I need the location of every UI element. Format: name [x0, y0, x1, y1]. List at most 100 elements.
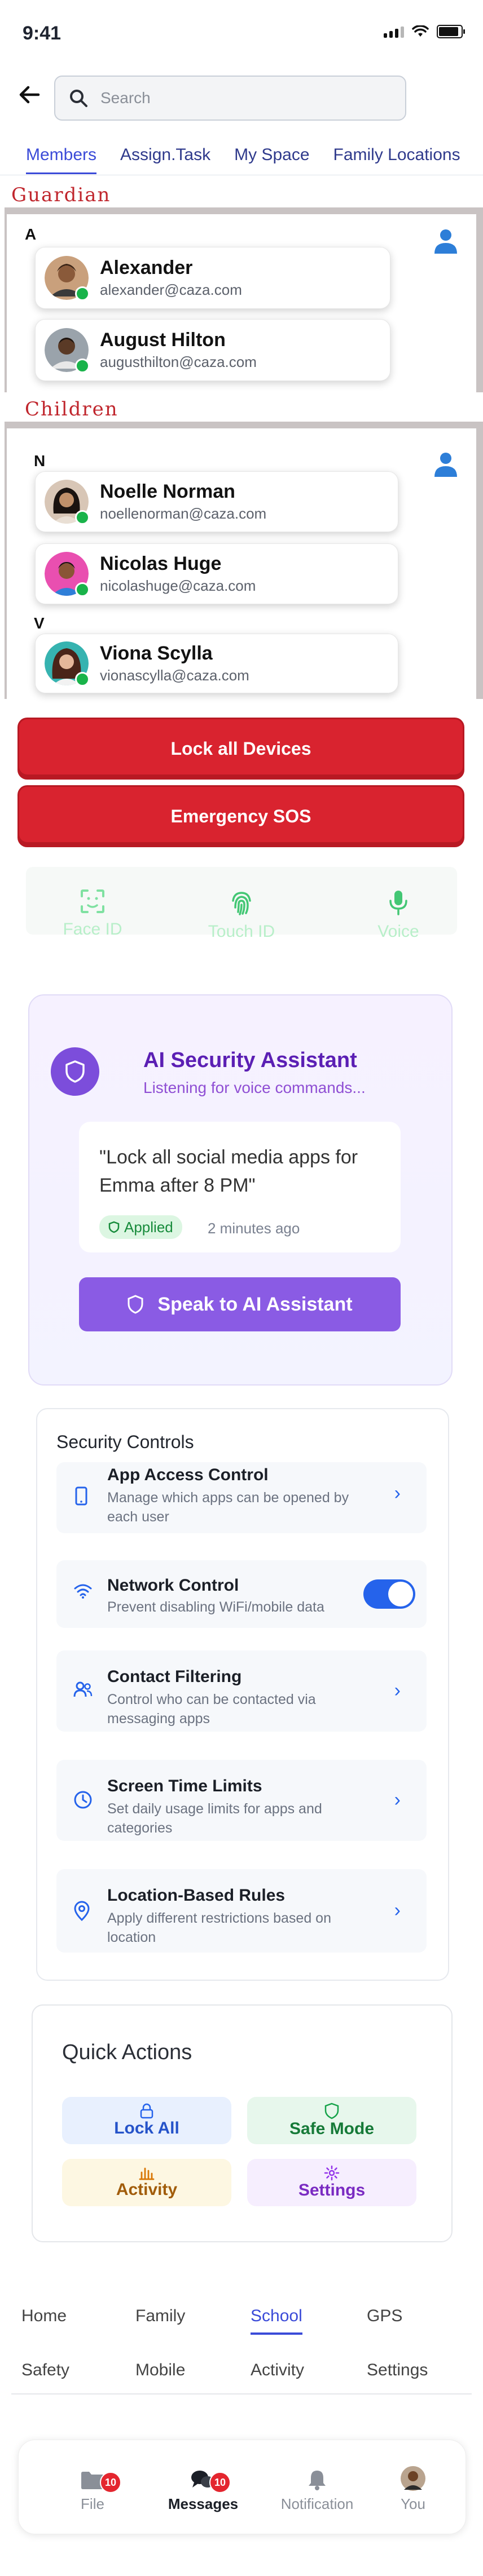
- tab-label: Notification: [280, 2495, 354, 2512]
- tab-you[interactable]: You: [371, 2463, 455, 2513]
- status-badge-label: Applied: [124, 1218, 173, 1236]
- tab-label: Messages: [168, 2495, 239, 2512]
- chevron-right-icon: ›: [394, 1680, 401, 1701]
- emergency-sos-button[interactable]: Emergency SOS: [19, 787, 463, 846]
- contacts-icon: [73, 1681, 93, 1697]
- group-letter: A: [25, 225, 37, 243]
- tab-members[interactable]: Members: [26, 145, 97, 174]
- wifi-icon: [74, 1584, 92, 1599]
- control-description: Set daily usage limits for apps and cate…: [107, 1801, 322, 1836]
- member-card[interactable]: August Hilton augusthilton@caza.com: [35, 319, 390, 381]
- member-email: noellenorman@caza.com: [100, 505, 267, 522]
- app-access-control-item[interactable]: App Access Control Manage which apps can…: [56, 1462, 427, 1533]
- member-name: Viona Scylla: [100, 643, 213, 664]
- bar-chart-icon: [139, 2167, 155, 2180]
- nav-home[interactable]: Home: [21, 2307, 67, 2326]
- control-title: Network Control: [107, 1576, 239, 1595]
- speak-to-ai-button[interactable]: Speak to AI Assistant: [79, 1277, 401, 1331]
- member-name: Noelle Norman: [100, 481, 235, 502]
- bottom-tab-bar: 10 File 10 Messages Notification You: [18, 2440, 466, 2534]
- lock-all-button[interactable]: Lock All: [62, 2097, 231, 2144]
- online-status-dot: [75, 358, 90, 373]
- nav-safety[interactable]: Safety: [21, 2361, 69, 2380]
- lock-icon: [140, 2103, 153, 2119]
- ai-command-time: 2 minutes ago: [208, 1220, 300, 1237]
- chevron-right-icon: ›: [394, 1900, 401, 1921]
- guardian-section-label: Guardian: [11, 184, 111, 206]
- shield-icon: [128, 1295, 143, 1314]
- status-icons: [384, 25, 465, 38]
- face-id-icon: [81, 889, 104, 913]
- network-control-toggle[interactable]: [363, 1579, 415, 1609]
- phone-icon: [75, 1486, 87, 1506]
- touch-id-option[interactable]: Touch ID: [185, 888, 298, 941]
- signal-icon: [384, 25, 404, 38]
- control-description: Prevent disabling WiFi/mobile data: [107, 1599, 324, 1615]
- nav-gps[interactable]: GPS: [367, 2307, 402, 2326]
- shield-icon: [108, 1221, 120, 1233]
- quick-action-label: Safe Mode: [289, 2119, 375, 2138]
- face-id-option[interactable]: Face ID: [36, 888, 149, 939]
- search-input[interactable]: [99, 88, 395, 108]
- battery-icon: [437, 25, 465, 38]
- avatar: [45, 552, 90, 597]
- member-name: August Hilton: [100, 329, 226, 351]
- tab-label: File: [81, 2495, 104, 2512]
- shield-icon: [65, 1060, 85, 1083]
- nav-school[interactable]: School: [251, 2307, 302, 2335]
- ai-command-text: "Lock all social media apps for Emma aft…: [99, 1147, 358, 1196]
- location-pin-icon: [74, 1901, 90, 1921]
- activity-button[interactable]: Activity: [62, 2159, 231, 2206]
- network-control-item: Network Control Prevent disabling WiFi/m…: [56, 1560, 427, 1628]
- tab-messages[interactable]: 10 Messages: [161, 2463, 245, 2513]
- biometrics-row: Face ID Touch ID Voice: [26, 867, 457, 941]
- online-status-dot: [75, 510, 90, 525]
- member-card[interactable]: Alexander alexander@caza.com: [35, 247, 390, 309]
- search-bar[interactable]: [54, 76, 406, 121]
- chevron-right-icon: ›: [394, 1482, 401, 1504]
- member-card[interactable]: Viona Scylla vionascylla@caza.com: [35, 634, 398, 693]
- control-description: Manage which apps can be opened by each …: [107, 1490, 349, 1525]
- add-guardian-icon[interactable]: [430, 225, 462, 257]
- biometric-label: Touch ID: [208, 922, 275, 941]
- member-card[interactable]: Nicolas Huge nicolashuge@caza.com: [35, 543, 398, 604]
- member-card[interactable]: Noelle Norman noellenorman@caza.com: [35, 471, 398, 532]
- quick-action-label: Settings: [298, 2181, 366, 2199]
- search-icon: [70, 90, 87, 107]
- nav-settings[interactable]: Settings: [367, 2361, 428, 2380]
- location-based-rules-item[interactable]: Location-Based Rules Apply different res…: [56, 1869, 427, 1953]
- member-email: nicolashuge@caza.com: [100, 577, 256, 594]
- group-letter: V: [34, 614, 45, 632]
- bell-icon: [309, 2471, 326, 2490]
- add-child-icon[interactable]: [430, 449, 462, 480]
- member-email: alexander@caza.com: [100, 281, 242, 298]
- settings-button[interactable]: Settings: [247, 2159, 416, 2206]
- tab-family-locations[interactable]: Family Locations: [333, 145, 460, 174]
- fingerprint-icon: [232, 892, 251, 915]
- member-name: Alexander: [100, 257, 193, 278]
- nav-family[interactable]: Family: [135, 2307, 185, 2326]
- wifi-icon: [412, 25, 429, 37]
- safe-mode-button[interactable]: Safe Mode: [247, 2097, 416, 2144]
- nav-mobile[interactable]: Mobile: [135, 2361, 185, 2380]
- avatar: [45, 480, 90, 525]
- nav-activity[interactable]: Activity: [251, 2361, 304, 2380]
- security-controls-title: Security Controls: [56, 1432, 194, 1452]
- contact-filtering-item[interactable]: Contact Filtering Control who can be con…: [56, 1650, 427, 1732]
- screen-time-limits-item[interactable]: Screen Time Limits Set daily usage limit…: [56, 1760, 427, 1841]
- back-arrow-icon[interactable]: [18, 85, 41, 109]
- voice-option[interactable]: Voice: [342, 888, 455, 941]
- tab-my-space[interactable]: My Space: [234, 145, 309, 174]
- shield-icon: [324, 2103, 339, 2119]
- messages-badge: 10: [209, 2472, 231, 2493]
- gear-icon: [324, 2165, 340, 2181]
- control-description: Control who can be contacted via messagi…: [107, 1692, 316, 1727]
- avatar: [401, 2466, 425, 2491]
- tab-assign-task[interactable]: Assign.Task: [120, 145, 210, 174]
- file-badge: 10: [100, 2472, 121, 2493]
- control-title: Location-Based Rules: [107, 1886, 286, 1905]
- tab-notification[interactable]: Notification: [275, 2463, 359, 2513]
- tab-file[interactable]: 10 File: [50, 2463, 135, 2513]
- member-name: Nicolas Huge: [100, 553, 222, 574]
- lock-all-devices-button[interactable]: Lock all Devices: [19, 719, 463, 778]
